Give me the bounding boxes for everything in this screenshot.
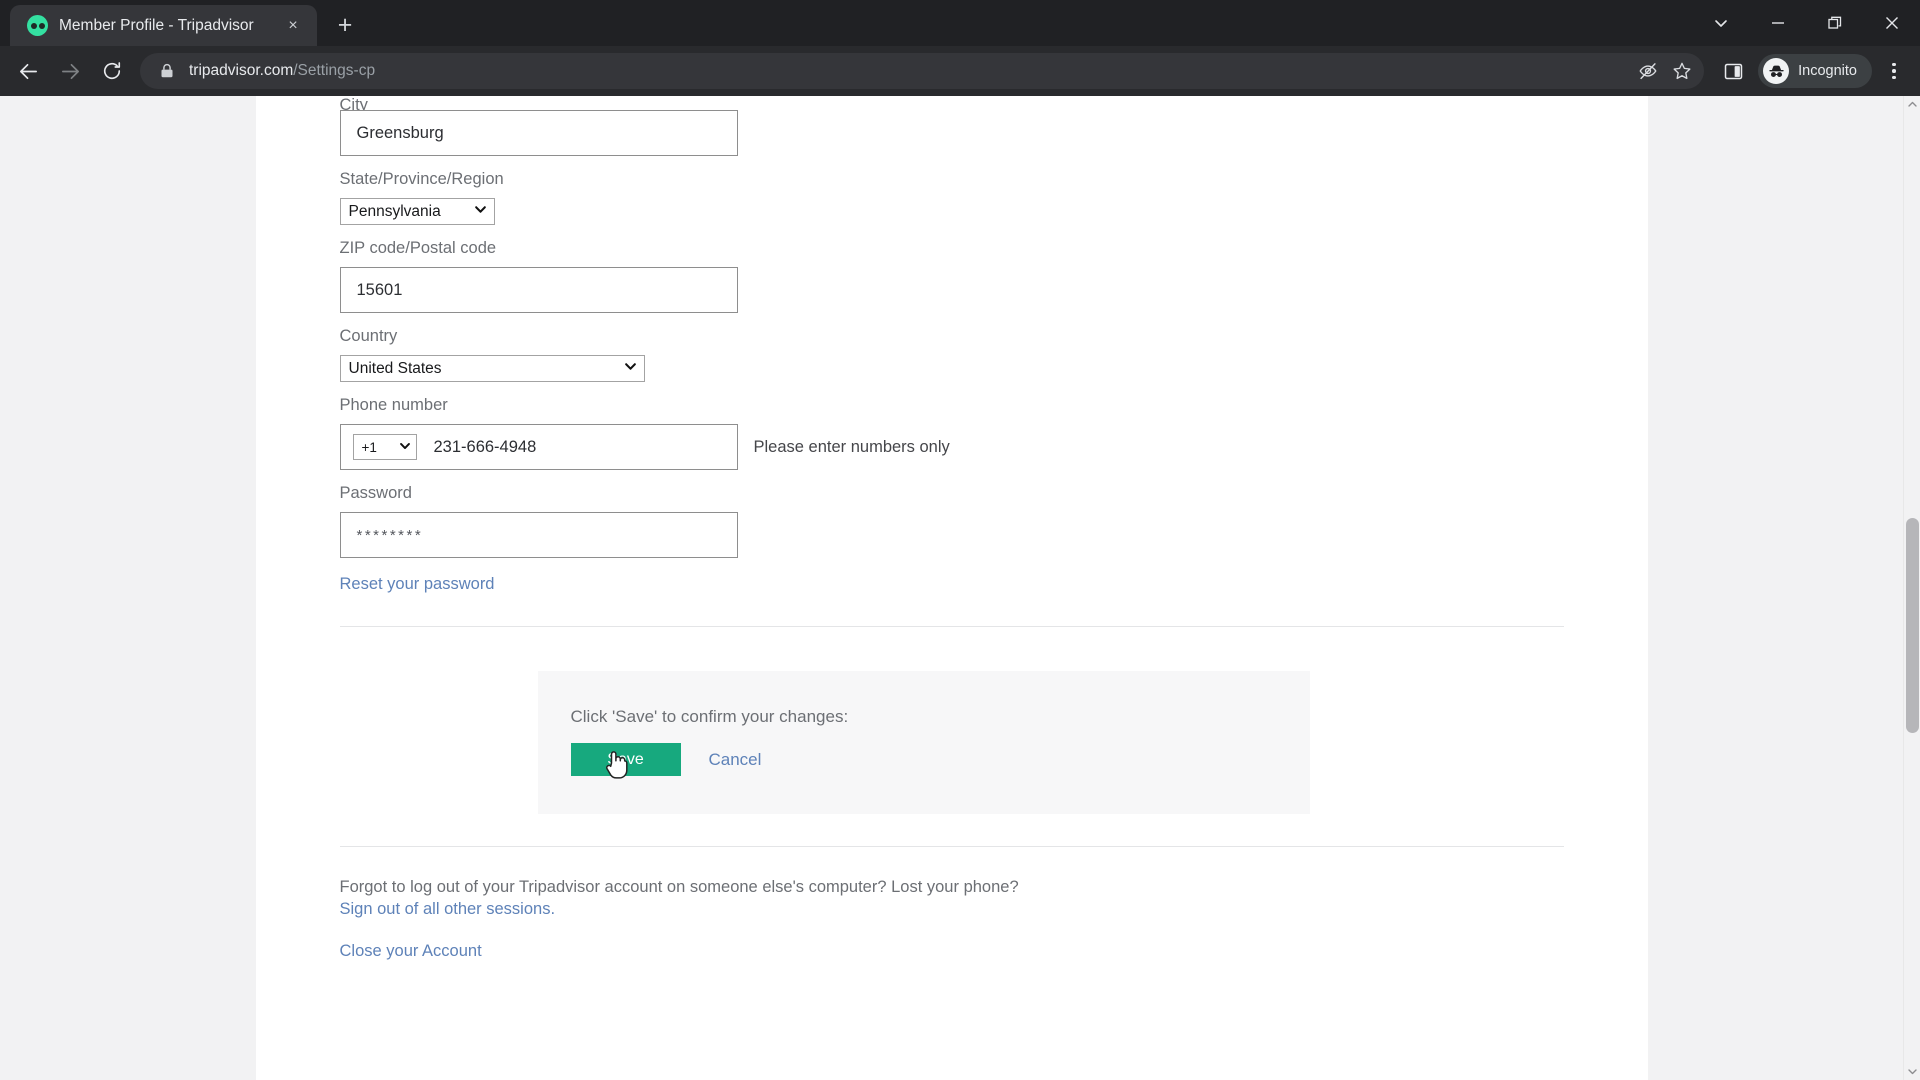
browser-tab[interactable]: Member Profile - Tripadvisor × <box>10 5 317 46</box>
tab-search-chevron-icon[interactable] <box>1692 0 1749 46</box>
city-label: City <box>339 96 368 110</box>
password-masked-value: ******** <box>356 526 424 544</box>
phone-label: Phone number <box>339 396 448 414</box>
url-path: /Settings-cp <box>293 62 376 79</box>
close-icon[interactable]: × <box>282 15 304 37</box>
field-state: State/Province/Region Pennsylvania <box>339 156 1564 225</box>
phone-error-message: Please enter numbers only <box>753 437 950 456</box>
field-zip: ZIP code/Postal code 15601 <box>339 225 1564 313</box>
incognito-hat-icon <box>1763 58 1790 84</box>
country-label: Country <box>339 327 398 345</box>
reload-icon[interactable] <box>92 51 132 91</box>
tab-strip: Member Profile - Tripadvisor × + <box>0 0 1920 46</box>
phone-row: +1 231-666-4948 Please enter numbers onl… <box>339 424 1564 470</box>
chevron-down-icon <box>624 360 637 378</box>
address-bar[interactable]: tripadvisor.com/Settings-cp <box>140 53 1705 89</box>
page-viewport: City Greensburg State/Province/Region Pe… <box>0 96 1920 1080</box>
chevron-down-icon <box>399 440 411 455</box>
field-phone: Phone number +1 231-666-4948 Please ente… <box>339 382 1564 470</box>
country-select-value: United States <box>348 359 442 377</box>
city-input[interactable]: Greensburg <box>339 110 738 156</box>
phone-country-code-value: +1 <box>361 439 377 455</box>
side-panel-icon[interactable] <box>1714 52 1752 90</box>
browser-toolbar: tripadvisor.com/Settings-cp Incognito <box>0 46 1920 96</box>
phone-number-input[interactable]: 231-666-4948 <box>434 438 537 457</box>
settings-card: City Greensburg State/Province/Region Pe… <box>255 96 1648 1080</box>
back-arrow-icon[interactable] <box>8 51 48 91</box>
divider-top <box>339 626 1564 627</box>
save-button-label: Save <box>607 750 644 768</box>
tripadvisor-owl-icon <box>27 15 48 36</box>
url-host: tripadvisor.com <box>189 62 294 79</box>
save-button[interactable]: Save <box>570 743 681 779</box>
state-select-value: Pennsylvania <box>348 202 441 220</box>
sign-out-all-sessions-link[interactable]: Sign out of all other sessions. <box>340 899 1564 921</box>
settings-form: City Greensburg State/Province/Region Pe… <box>256 96 1648 627</box>
eye-slash-icon[interactable] <box>1632 55 1664 87</box>
field-country: Country United States <box>339 313 1564 382</box>
browser-window: Member Profile - Tripadvisor × + tripadv… <box>0 0 1920 1080</box>
window-controls <box>1692 0 1920 46</box>
password-label: Password <box>339 484 412 502</box>
omnibox-actions <box>1632 55 1698 87</box>
phone-input-group[interactable]: +1 231-666-4948 <box>339 424 738 470</box>
field-city: City Greensburg <box>339 96 1564 156</box>
vertical-scrollbar[interactable] <box>1903 96 1920 1080</box>
close-account-link[interactable]: Close your Account <box>340 921 1564 963</box>
new-tab-button[interactable]: + <box>328 8 362 42</box>
scroll-up-arrow[interactable] <box>1904 96 1920 113</box>
confirm-prompt: Click 'Save' to confirm your changes: <box>570 707 849 726</box>
forward-arrow-icon[interactable] <box>50 51 90 91</box>
three-dot-menu-icon[interactable] <box>1876 52 1912 90</box>
reset-password-link[interactable]: Reset your password <box>340 558 495 594</box>
page-background: City Greensburg State/Province/Region Pe… <box>0 96 1903 1080</box>
scrollbar-thumb[interactable] <box>1906 518 1919 733</box>
star-icon[interactable] <box>1666 55 1698 87</box>
cancel-button[interactable]: Cancel <box>695 750 776 770</box>
zip-label: ZIP code/Postal code <box>339 239 497 257</box>
state-select[interactable]: Pennsylvania <box>339 198 495 225</box>
field-password: Password ******** Reset your password <box>339 470 1564 594</box>
footer-section: Forgot to log out of your Tripadvisor ac… <box>256 846 1648 962</box>
profile-button[interactable]: Incognito <box>1758 54 1872 88</box>
confirm-actions: Save Cancel <box>538 743 1310 779</box>
url-text: tripadvisor.com/Settings-cp <box>189 62 375 80</box>
chevron-down-icon <box>474 203 487 221</box>
lock-icon <box>158 62 176 80</box>
confirm-changes-panel: Click 'Save' to confirm your changes: Sa… <box>537 671 1310 814</box>
profile-name: Incognito <box>1798 63 1857 79</box>
state-label: State/Province/Region <box>339 170 504 188</box>
tab-title: Member Profile - Tripadvisor <box>59 16 254 34</box>
maximize-restore-button[interactable] <box>1806 0 1863 46</box>
minimize-button[interactable] <box>1749 0 1806 46</box>
scroll-down-arrow[interactable] <box>1904 1063 1920 1080</box>
footer-question: Forgot to log out of your Tripadvisor ac… <box>339 878 1019 896</box>
zip-input[interactable]: 15601 <box>339 267 738 313</box>
phone-country-code-select[interactable]: +1 <box>352 434 417 460</box>
close-window-button[interactable] <box>1863 0 1920 46</box>
password-input[interactable]: ******** <box>339 512 738 558</box>
country-select[interactable]: United States <box>339 355 645 382</box>
